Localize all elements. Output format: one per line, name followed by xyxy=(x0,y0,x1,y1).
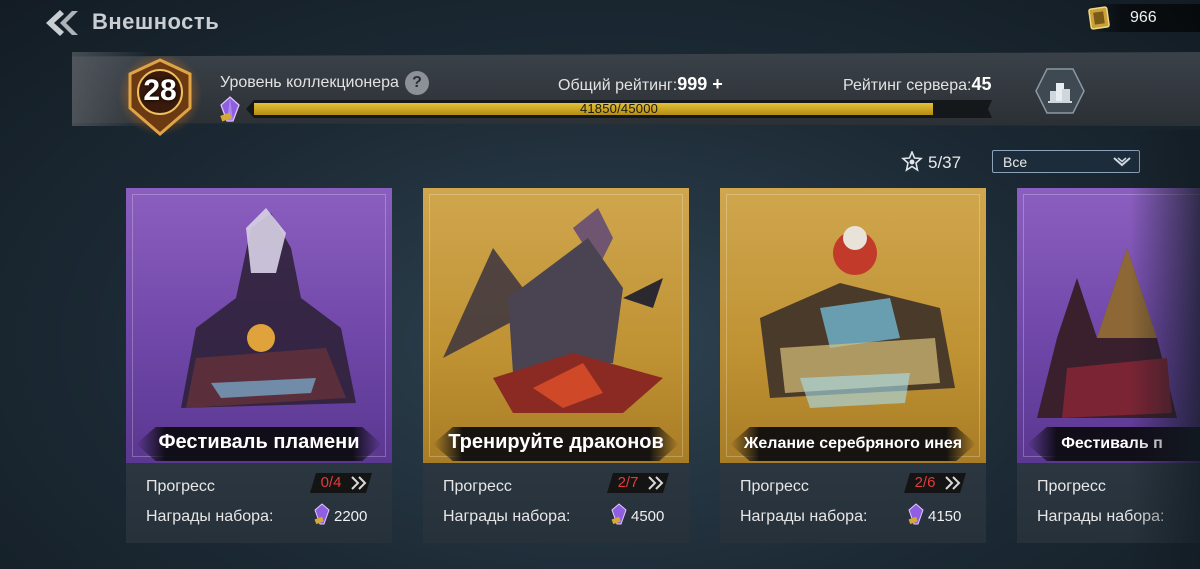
cathedral-illustration xyxy=(1037,248,1177,418)
double-chevron-right-icon xyxy=(648,476,664,490)
card-reward-value: 4500 xyxy=(631,508,665,525)
card-progress-label: Прогресс xyxy=(740,478,809,495)
collection-card-silver-frost-wish[interactable]: Желание серебряного инея Прогресс 2/6 На… xyxy=(720,188,986,543)
double-chevron-right-icon xyxy=(945,476,961,490)
total-rating-value: 999 + xyxy=(677,74,723,94)
back-button[interactable] xyxy=(42,8,82,38)
purple-gem-icon xyxy=(314,503,330,525)
total-rating: Общий рейтинг:999 + xyxy=(558,74,723,95)
filter-selected-value: Все xyxy=(1003,154,1028,170)
collected-count: 5/37 xyxy=(928,153,962,172)
collection-card-fire-festival[interactable]: Фестиваль пламени Прогресс 0/4 Награды н… xyxy=(126,188,392,543)
card-progress-label: Прогресс xyxy=(146,478,215,495)
card-title: Тренируйте драконов xyxy=(448,431,664,453)
server-rating: Рейтинг сервера:45 xyxy=(843,74,991,95)
card-progress-value: 0/4 xyxy=(320,474,342,491)
collector-level: 28 xyxy=(143,74,177,107)
card-artwork xyxy=(423,188,689,463)
server-rating-value: 45 xyxy=(971,74,992,94)
currency-display[interactable]: 966 xyxy=(1088,4,1200,32)
winter-castle-illustration xyxy=(760,226,955,408)
fortress-illustration xyxy=(181,208,356,408)
card-title: Желание серебряного инея xyxy=(743,435,963,452)
card-progress-value: 2/7 xyxy=(617,474,639,491)
gold-ticket-icon xyxy=(1088,6,1110,30)
podium-icon xyxy=(1035,68,1085,114)
card-progress-label: Прогресс xyxy=(1037,478,1106,495)
back-arrow-icon xyxy=(46,10,78,36)
card-rewards-label: Награды набора: xyxy=(1037,508,1165,525)
card-reward-value: 4150 xyxy=(928,508,962,525)
card-artwork xyxy=(126,188,392,463)
total-rating-label: Общий рейтинг: xyxy=(558,77,678,94)
collector-level-label: Уровень коллекционера xyxy=(220,74,399,91)
card-rewards-label: Награды набора: xyxy=(740,508,868,525)
card-reward-value: 2200 xyxy=(334,508,368,525)
top-bar: Внешность 966 xyxy=(0,0,1200,44)
help-icon[interactable]: ? xyxy=(405,71,429,95)
filter-dropdown[interactable]: Все xyxy=(992,150,1140,173)
ranking-button[interactable] xyxy=(1034,67,1086,115)
card-rewards-label: Награды набора: xyxy=(443,508,571,525)
card-title: Фестиваль п xyxy=(1061,435,1163,452)
card-progress-label: Прогресс xyxy=(443,478,512,495)
server-rating-label: Рейтинг сервера: xyxy=(843,77,972,94)
purple-gem-icon xyxy=(611,503,627,525)
collection-card-train-dragons[interactable]: Тренируйте драконов Прогресс 2/7 Награды… xyxy=(423,188,689,543)
card-title: Фестиваль пламени xyxy=(158,431,360,453)
card-artwork xyxy=(1017,188,1200,463)
card-artwork xyxy=(720,188,986,463)
currency-value: 966 xyxy=(1130,9,1157,26)
dragon-illustration xyxy=(443,208,663,413)
purple-gem-icon xyxy=(908,503,924,525)
collector-progress-text: 41850/45000 xyxy=(579,101,659,116)
card-progress-value: 2/6 xyxy=(914,474,936,491)
card-info-panel xyxy=(1017,463,1200,543)
collection-card-partial[interactable]: Фестиваль п Прогресс Награды набора: xyxy=(1017,188,1200,543)
card-rewards-label: Награды набора: xyxy=(146,508,274,525)
purple-gem-icon xyxy=(220,96,240,122)
chevron-down-icon xyxy=(1113,157,1131,167)
star-badge-icon xyxy=(901,151,923,172)
double-chevron-right-icon xyxy=(351,476,367,490)
page-title: Внешность xyxy=(92,9,220,34)
